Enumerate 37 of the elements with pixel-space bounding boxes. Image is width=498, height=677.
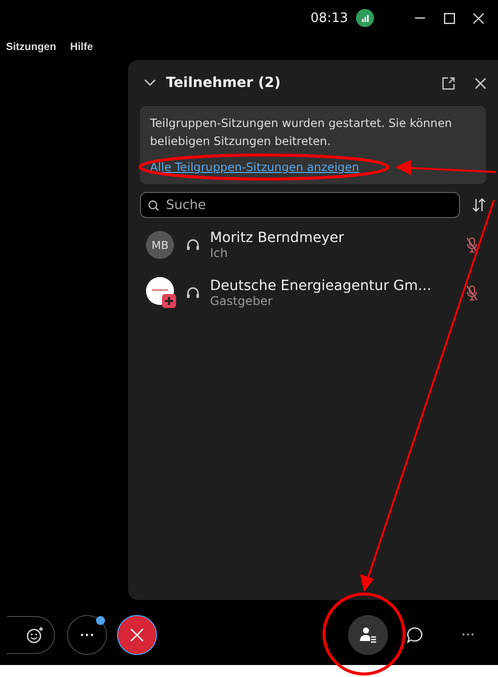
participants-icon bbox=[359, 626, 377, 644]
breakout-sessions-link[interactable]: Alle Teilgruppen-Sitzungen anzeigen bbox=[150, 158, 476, 176]
participant-role: Gastgeber bbox=[210, 294, 274, 308]
emoji-icon bbox=[26, 626, 44, 644]
search-field[interactable]: Suche bbox=[140, 192, 460, 218]
clock-time: 08:13 bbox=[310, 10, 348, 26]
more-button[interactable] bbox=[67, 614, 107, 654]
participant-role: Ich bbox=[210, 246, 229, 260]
participant-row[interactable]: Deutsche Energieagentur Gm... Gastgeber bbox=[140, 272, 486, 314]
chat-icon[interactable] bbox=[406, 626, 424, 644]
close-icon bbox=[130, 628, 144, 642]
muted-microphone-icon[interactable] bbox=[466, 285, 478, 301]
search-icon bbox=[148, 200, 159, 211]
headset-icon bbox=[186, 286, 200, 300]
close-icon[interactable] bbox=[473, 12, 484, 24]
leave-button[interactable] bbox=[117, 614, 157, 654]
participant-row[interactable]: MB Moritz Berndmeyer Ich bbox=[140, 224, 486, 266]
muted-microphone-icon[interactable] bbox=[466, 237, 478, 253]
more-icon[interactable] bbox=[462, 633, 474, 636]
panel-title: Teilnehmer (2) bbox=[166, 75, 282, 91]
logo-avatar-icon bbox=[146, 277, 178, 309]
participant-name: Moritz Berndmeyer bbox=[210, 230, 345, 246]
reactions-button[interactable] bbox=[7, 616, 55, 654]
signal-icon bbox=[356, 9, 374, 27]
pop-out-icon[interactable] bbox=[442, 76, 455, 90]
maximize-icon[interactable] bbox=[444, 12, 455, 24]
close-icon[interactable] bbox=[475, 78, 486, 88]
participant-name: Deutsche Energieagentur Gm... bbox=[210, 278, 432, 294]
avatar: MB bbox=[146, 231, 174, 259]
more-icon bbox=[80, 632, 94, 636]
chevron-icon[interactable] bbox=[144, 79, 156, 87]
notice-text: Teilgruppen-Sitzungen wurden gestartet. Sie können beliebigen Sitzungen beitreten. bbox=[150, 115, 453, 150]
headset-icon bbox=[186, 238, 200, 252]
menu-item[interactable]: Sitzungen bbox=[6, 41, 56, 53]
participants-button[interactable] bbox=[348, 614, 388, 654]
sort-icon[interactable] bbox=[472, 198, 486, 212]
menu-item[interactable]: Hilfe bbox=[70, 41, 93, 53]
